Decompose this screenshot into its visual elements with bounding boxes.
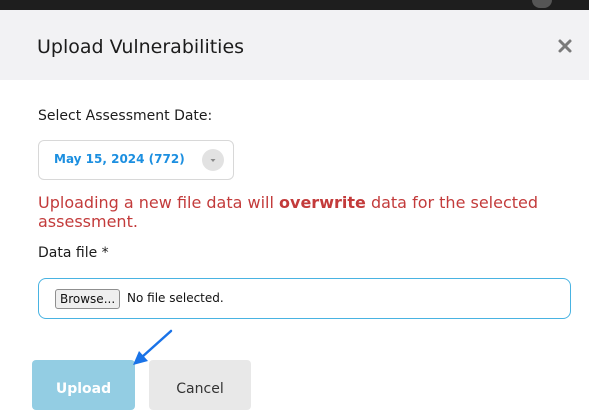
chevron-down-icon[interactable] (202, 149, 224, 171)
top-window-strip (0, 0, 589, 10)
pointer-arrow-icon (133, 329, 173, 365)
data-file-label: Data file * (38, 245, 109, 261)
dialog-header: Upload Vulnerabilities (0, 10, 589, 80)
assessment-date-select[interactable]: May 15, 2024 (772) (38, 140, 234, 180)
assessment-date-label: Select Assessment Date: (38, 108, 213, 124)
overwrite-warning: Uploading a new file data will overwrite… (38, 193, 568, 231)
close-icon (558, 39, 572, 53)
browse-button[interactable]: Browse... (55, 289, 121, 309)
close-button[interactable] (552, 33, 578, 59)
upload-button[interactable]: Upload (32, 360, 135, 410)
strip-knob (532, 0, 552, 8)
warning-text-before: Uploading a new file data will (38, 193, 280, 212)
dialog-title: Upload Vulnerabilities (37, 36, 245, 58)
selected-date-value: May 15, 2024 (772) (54, 152, 185, 166)
file-status-text: No file selected. (127, 291, 224, 305)
data-file-input[interactable]: Browse... No file selected. (38, 278, 571, 319)
warning-emphasis: overwrite (279, 193, 366, 212)
